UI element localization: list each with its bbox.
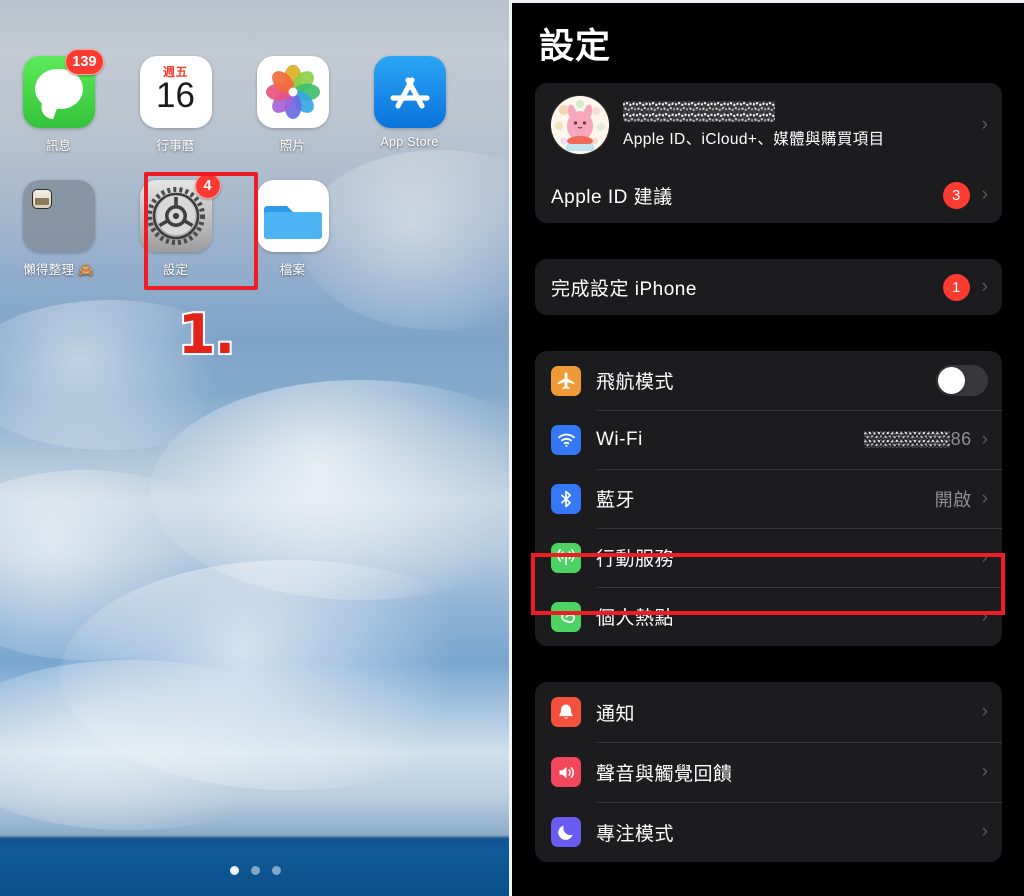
airplane-icon	[551, 365, 581, 396]
wifi-network-value: 86	[863, 429, 972, 450]
apple-account-row[interactable]: Apple ID、iCloud+、媒體與購買項目 ›	[535, 83, 1002, 167]
app-store-icon	[373, 56, 446, 128]
row-focus[interactable]: 專注模式 ›	[535, 802, 1002, 862]
page-dot-2[interactable]	[251, 866, 260, 875]
row-wifi[interactable]: Wi-Fi 86 ›	[535, 410, 1002, 469]
chevron-right-icon: ›	[981, 276, 988, 297]
page-title: 設定	[539, 27, 612, 66]
chevron-right-icon: ›	[981, 184, 988, 205]
row-label: 行動服務	[596, 549, 675, 570]
chevron-right-icon: ›	[981, 821, 988, 842]
folder-mini-app-icon	[31, 189, 52, 209]
folder-icon	[22, 180, 95, 252]
chevron-right-icon: ›	[981, 761, 988, 782]
row-cellular[interactable]: 行動服務 ›	[535, 528, 1002, 587]
app-calendar[interactable]: 週五 16 行事曆	[117, 56, 234, 154]
row-notifications[interactable]: 通知 ›	[535, 682, 1002, 742]
iphone-home-screen: 139 訊息 週五 16 行事曆 照片 App Store 懶得整理 🙈 4 設…	[0, 0, 511, 896]
row-label: 聲音與觸覺回饋	[596, 763, 733, 785]
cloud-decoration	[0, 660, 320, 830]
chevron-right-icon: ›	[981, 428, 988, 450]
row-label: Apple ID 建議	[551, 186, 673, 208]
messages-badge: 139	[65, 49, 104, 75]
row-label: 飛航模式	[596, 372, 675, 393]
row-sounds-haptics[interactable]: 聲音與觸覺回饋 ›	[535, 742, 1002, 802]
cloud-decoration	[150, 380, 511, 600]
wifi-name-redacted	[863, 431, 950, 448]
row-finish-setting-up-iphone[interactable]: 完成設定 iPhone 1 ›	[535, 259, 1002, 315]
speaker-icon	[551, 757, 581, 787]
avatar	[551, 96, 609, 154]
app-label: 行事曆	[156, 139, 195, 153]
home-app-row-2: 懶得整理 🙈 4 設定 檔案	[0, 173, 511, 278]
cloud-decoration	[60, 560, 511, 790]
chevron-right-icon: ›	[981, 114, 988, 135]
app-label: 照片	[279, 139, 306, 153]
app-label: 懶得整理 🙈	[23, 263, 94, 277]
hotspot-icon	[551, 601, 581, 632]
connectivity-group: 飛航模式 Wi-Fi 86 › 藍牙 開啟 › 行動服務 › 個人熱點 ›	[535, 351, 1002, 646]
app-label: 設定	[162, 263, 189, 277]
calendar-day: 16	[156, 76, 195, 115]
chevron-right-icon: ›	[981, 701, 988, 722]
row-label: 完成設定 iPhone	[551, 278, 697, 300]
bluetooth-value: 開啟	[934, 489, 972, 510]
home-app-row-1: 139 訊息 週五 16 行事曆 照片 App Store	[0, 49, 511, 154]
tutorial-screenshot: 139 訊息 週五 16 行事曆 照片 App Store 懶得整理 🙈 4 設…	[0, 0, 1024, 896]
app-folder-lazy[interactable]: 懶得整理 🙈	[0, 180, 117, 278]
app-photos[interactable]: 照片	[234, 56, 351, 154]
account-name-redacted	[623, 101, 775, 122]
toggle-knob	[938, 367, 965, 394]
row-label: 專注模式	[596, 823, 675, 845]
app-label: 訊息	[45, 139, 72, 153]
finish-setup-group: 完成設定 iPhone 1 ›	[535, 259, 1002, 315]
wifi-value-suffix: 86	[950, 429, 972, 449]
moon-icon	[551, 817, 581, 847]
notifications-group: 通知 › 聲音與觸覺回饋 › 專注模式 ›	[535, 682, 1002, 862]
settings-badge: 4	[194, 173, 221, 199]
app-label: 檔案	[279, 263, 306, 277]
bell-icon	[551, 697, 581, 727]
files-icon	[256, 180, 329, 252]
panel-top-edge	[511, 0, 1024, 3]
bluetooth-icon	[551, 483, 581, 514]
row-badge: 1	[942, 273, 970, 301]
page-indicator-dots[interactable]	[0, 866, 511, 875]
row-bluetooth[interactable]: 藍牙 開啟 ›	[535, 469, 1002, 528]
chevron-right-icon: ›	[981, 546, 988, 568]
annotation-step-1: 1.	[176, 303, 237, 366]
airplane-mode-toggle[interactable]	[936, 365, 988, 396]
ios-settings-app: 設定 Apple ID、iCloud+、媒體與購買項目 › Apple ID 建…	[511, 0, 1024, 896]
row-airplane-mode[interactable]: 飛航模式	[535, 351, 1002, 410]
row-label: 個人熱點	[596, 608, 675, 629]
row-personal-hotspot[interactable]: 個人熱點 ›	[535, 587, 1002, 646]
app-app-store[interactable]: App Store	[351, 56, 468, 154]
row-badge: 3	[942, 181, 970, 209]
app-settings[interactable]: 4 設定	[117, 173, 234, 278]
account-subtitle: Apple ID、iCloud+、媒體與購買項目	[623, 131, 885, 148]
row-label: 通知	[596, 703, 636, 725]
chevron-right-icon: ›	[981, 487, 988, 509]
page-dot-1[interactable]	[230, 866, 239, 875]
row-apple-id-suggestions[interactable]: Apple ID 建議 3 ›	[535, 167, 1002, 223]
wifi-icon	[551, 424, 581, 455]
account-group: Apple ID、iCloud+、媒體與購買項目 › Apple ID 建議 3…	[535, 83, 1002, 223]
page-dot-3[interactable]	[272, 866, 281, 875]
panel-divider	[509, 0, 512, 896]
photos-icon	[256, 56, 329, 128]
app-messages[interactable]: 139 訊息	[0, 49, 117, 154]
calendar-icon: 週五 16	[139, 56, 212, 128]
app-label: App Store	[380, 135, 439, 149]
row-label: 藍牙	[596, 490, 636, 511]
cloud-decoration	[0, 470, 250, 660]
chevron-right-icon: ›	[981, 605, 988, 627]
app-files[interactable]: 檔案	[234, 180, 351, 278]
cellular-icon	[551, 542, 581, 573]
row-label: Wi-Fi	[596, 428, 643, 450]
